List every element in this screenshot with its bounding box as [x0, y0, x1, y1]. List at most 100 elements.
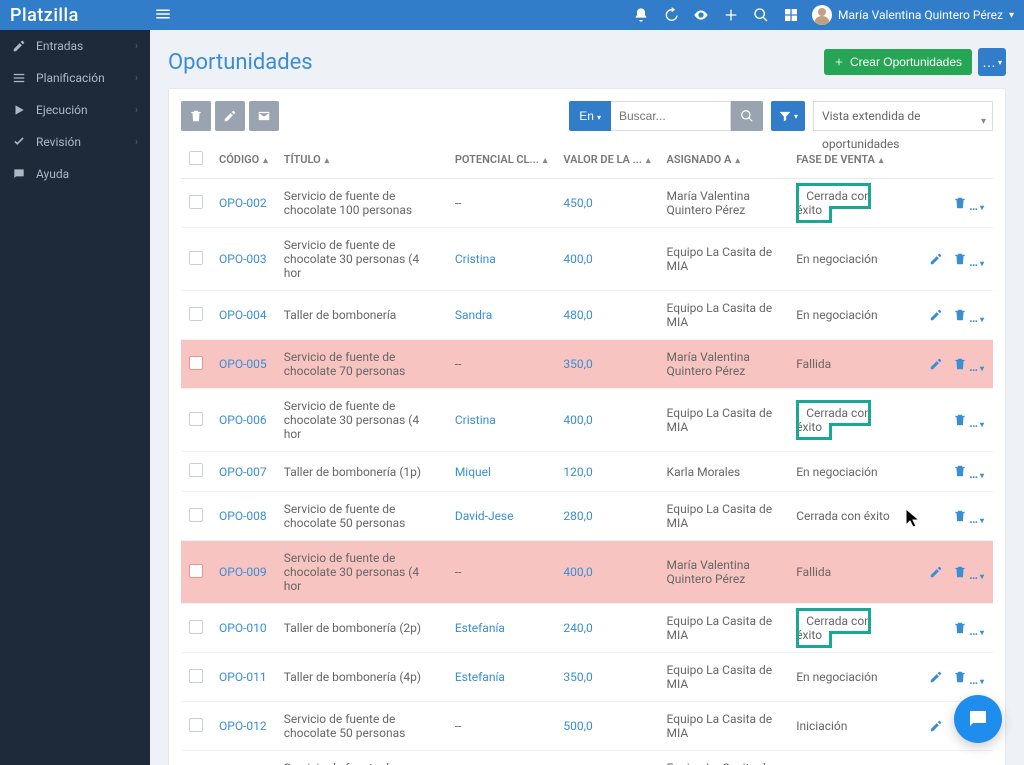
search-input[interactable]	[611, 101, 731, 131]
table-row: OPO-012Servicio de fuente de chocolate 5…	[181, 702, 993, 751]
assigned-cell: Equipo La Casita de MIA	[659, 751, 789, 765]
bell-icon[interactable]	[626, 0, 656, 30]
col-titulo[interactable]: Título▴	[276, 141, 447, 179]
row-checkbox[interactable]	[189, 356, 203, 370]
sidebar-item-ejecución[interactable]: Ejecución›	[0, 94, 150, 126]
col-codigo[interactable]: Código▴	[211, 141, 276, 179]
row-delete-icon[interactable]	[951, 563, 969, 581]
code-link[interactable]: OPO-003	[219, 252, 267, 266]
row-more-menu[interactable]: …▾	[969, 467, 985, 481]
row-edit-icon[interactable]	[927, 563, 945, 581]
code-link[interactable]: OPO-006	[219, 413, 267, 427]
code-link[interactable]: OPO-002	[219, 196, 267, 210]
table-row: OPO-007Taller de bombonería (1p)Miquel12…	[181, 452, 993, 492]
plus-icon	[834, 57, 844, 67]
assigned-cell: Equipo La Casita de MIA	[659, 702, 789, 751]
chat-fab[interactable]	[954, 695, 1002, 743]
search-top-icon[interactable]	[746, 0, 776, 30]
value-cell: 450,0	[563, 196, 592, 210]
row-checkbox[interactable]	[189, 195, 203, 209]
row-more-menu[interactable]: …▾	[969, 360, 985, 374]
row-more-menu[interactable]: …▾	[969, 311, 985, 325]
row-more-menu[interactable]: …▾	[969, 512, 985, 526]
client-link[interactable]: Miquel	[455, 465, 491, 479]
row-checkbox[interactable]	[189, 669, 203, 683]
row-checkbox[interactable]	[189, 508, 203, 522]
row-delete-icon[interactable]	[951, 250, 969, 268]
title-cell: Servicio de fuente de chocolate 100 pers…	[276, 179, 447, 228]
client-link[interactable]: Estefanía	[455, 670, 505, 684]
row-checkbox[interactable]	[189, 463, 203, 477]
row-edit-icon[interactable]	[927, 306, 945, 324]
row-edit-icon[interactable]	[927, 355, 945, 373]
row-delete-icon[interactable]	[951, 194, 969, 212]
client-link[interactable]: Sandra	[455, 308, 492, 322]
bulk-mail-button[interactable]	[249, 101, 279, 131]
row-delete-icon[interactable]	[951, 355, 969, 373]
row-delete-icon[interactable]	[951, 306, 969, 324]
client-link[interactable]: Cristina	[455, 413, 496, 427]
select-all-checkbox[interactable]	[189, 151, 203, 165]
sidebar-item-entradas[interactable]: Entradas›	[0, 30, 150, 62]
value-cell: 350,0	[563, 357, 592, 371]
menu-toggle-icon[interactable]	[150, 5, 176, 26]
row-delete-icon[interactable]	[951, 619, 969, 637]
row-edit-icon[interactable]	[927, 250, 945, 268]
view-select[interactable]: Vista extendida de oportunidades	[813, 101, 993, 131]
eye-icon[interactable]	[686, 0, 716, 30]
sidebar-item-planificación[interactable]: Planificación›	[0, 62, 150, 94]
code-link[interactable]: OPO-005	[219, 357, 267, 371]
row-more-menu[interactable]: …▾	[969, 673, 985, 687]
phase-label: Fallida	[796, 565, 831, 579]
row-edit-icon[interactable]	[927, 717, 945, 735]
col-asignado[interactable]: Asignado a▴	[659, 141, 789, 179]
more-menu-button[interactable]: …▾	[978, 48, 1006, 76]
apps-icon[interactable]	[776, 0, 806, 30]
col-valor[interactable]: Valor de la ...▴	[555, 141, 658, 179]
code-link[interactable]: OPO-009	[219, 565, 267, 579]
user-name[interactable]: María Valentina Quintero Pérez	[838, 8, 1003, 22]
row-more-menu[interactable]: …▾	[969, 568, 985, 582]
check-icon	[12, 135, 26, 149]
sidebar-item-revisión[interactable]: Revisión›	[0, 126, 150, 158]
code-link[interactable]: OPO-012	[219, 719, 267, 733]
plus-icon[interactable]	[716, 0, 746, 30]
history-icon[interactable]	[656, 0, 686, 30]
row-checkbox[interactable]	[189, 564, 203, 578]
search-button[interactable]	[731, 101, 763, 131]
code-link[interactable]: OPO-011	[219, 670, 267, 684]
code-link[interactable]: OPO-008	[219, 509, 267, 523]
row-checkbox[interactable]	[189, 412, 203, 426]
row-checkbox[interactable]	[189, 620, 203, 634]
row-edit-icon[interactable]	[927, 668, 945, 686]
client-link[interactable]: Estefanía	[455, 621, 505, 635]
code-link[interactable]: OPO-010	[219, 621, 267, 635]
client-link[interactable]: Cristina	[455, 252, 496, 266]
client-link[interactable]: David-Jese	[455, 509, 514, 523]
filter-button[interactable]: ▾	[771, 101, 805, 131]
avatar[interactable]	[812, 5, 832, 25]
value-cell: 400,0	[563, 413, 592, 427]
language-button[interactable]: En▾	[569, 101, 611, 131]
row-delete-icon[interactable]	[951, 462, 969, 480]
code-link[interactable]: OPO-004	[219, 308, 267, 322]
bulk-edit-button[interactable]	[215, 101, 245, 131]
chevron-right-icon: ›	[135, 41, 138, 52]
row-more-menu[interactable]: …▾	[969, 624, 985, 638]
sidebar-item-ayuda[interactable]: Ayuda	[0, 158, 150, 190]
row-checkbox[interactable]	[189, 718, 203, 732]
row-more-menu[interactable]: …▾	[969, 416, 985, 430]
row-checkbox[interactable]	[189, 307, 203, 321]
col-cliente[interactable]: Potencial Cl...▴	[447, 141, 556, 179]
row-more-menu[interactable]: …▾	[969, 199, 985, 213]
row-checkbox[interactable]	[189, 251, 203, 265]
row-delete-icon[interactable]	[951, 668, 969, 686]
create-button[interactable]: Crear Oportunidades	[824, 49, 972, 75]
row-more-menu[interactable]: …▾	[969, 255, 985, 269]
code-link[interactable]: OPO-007	[219, 465, 267, 479]
bulk-delete-button[interactable]	[181, 101, 211, 131]
user-menu-caret-icon[interactable]: ▾	[1009, 10, 1014, 21]
row-delete-icon[interactable]	[951, 411, 969, 429]
edit-icon	[12, 39, 26, 53]
row-delete-icon[interactable]	[951, 507, 969, 525]
